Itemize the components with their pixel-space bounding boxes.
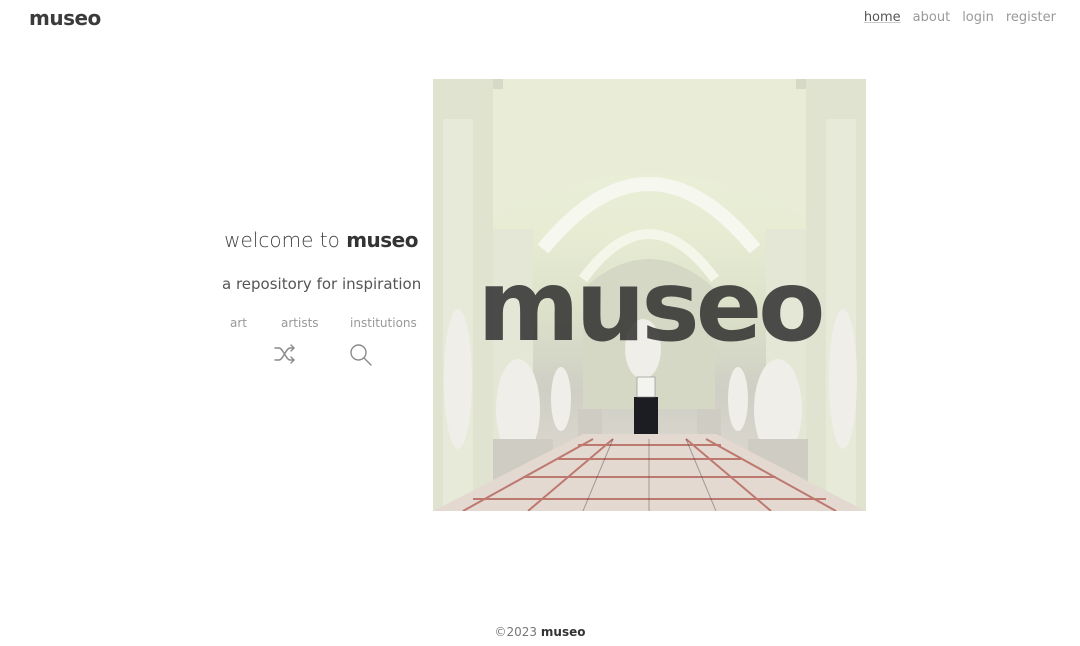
logo[interactable]: museo — [29, 6, 101, 30]
hero-overlay-wordmark: museo — [477, 250, 825, 364]
nav-login[interactable]: login — [962, 10, 994, 25]
search-icon[interactable] — [349, 343, 373, 371]
top-nav: home about login register — [864, 10, 1056, 25]
welcome-brand: museo — [346, 228, 418, 252]
category-institutions[interactable]: institutions — [350, 316, 417, 330]
welcome-prefix: welcome to — [224, 228, 347, 252]
footer-brand: museo — [540, 625, 586, 639]
nav-about[interactable]: about — [913, 10, 951, 25]
tagline: a repository for inspiration — [222, 275, 422, 293]
footer: ©2023 museo — [0, 625, 1080, 639]
hero-image: museo — [433, 79, 866, 511]
shuffle-icon[interactable] — [273, 343, 297, 369]
nav-home[interactable]: home — [864, 10, 901, 25]
footer-copyright: ©2023 — [494, 625, 541, 639]
welcome-heading: welcome to museo — [218, 228, 418, 252]
category-art[interactable]: art — [230, 316, 247, 330]
nav-register[interactable]: register — [1006, 10, 1056, 25]
category-artists[interactable]: artists — [281, 316, 319, 330]
